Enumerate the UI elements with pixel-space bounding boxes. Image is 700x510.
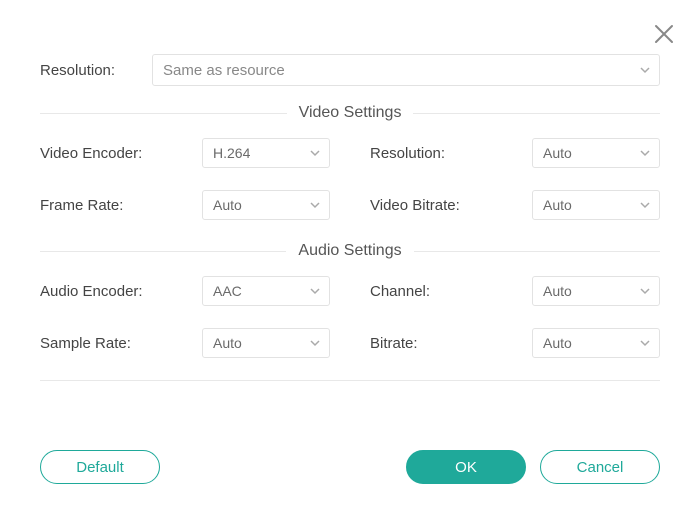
top-resolution-row: Resolution: Same as resource [40,54,660,86]
audio-encoder-label: Audio Encoder: [40,283,202,300]
channel-label: Channel: [370,283,532,300]
video-encoder-field: Video Encoder: H.264 [40,138,330,168]
chevron-down-icon [639,199,651,211]
chevron-down-icon [639,64,651,76]
close-button[interactable] [652,22,676,46]
close-icon [652,33,676,50]
video-settings-grid: Video Encoder: H.264 Resolution: Auto Fr… [40,138,660,220]
audio-encoder-value: AAC [213,283,242,299]
default-button[interactable]: Default [40,450,160,484]
divider [40,113,287,114]
frame-rate-dropdown[interactable]: Auto [202,190,330,220]
settings-dialog: Resolution: Same as resource Video Setti… [0,0,700,510]
audio-bitrate-dropdown[interactable]: Auto [532,328,660,358]
footer: Default OK Cancel [40,450,660,484]
frame-rate-label: Frame Rate: [40,197,202,214]
chevron-down-icon [309,199,321,211]
sample-rate-field: Sample Rate: Auto [40,328,330,358]
audio-encoder-dropdown[interactable]: AAC [202,276,330,306]
sample-rate-value: Auto [213,335,242,351]
chevron-down-icon [639,337,651,349]
divider [413,113,660,114]
sample-rate-label: Sample Rate: [40,335,202,352]
video-resolution-value: Auto [543,145,572,161]
chevron-down-icon [309,285,321,297]
video-resolution-field: Resolution: Auto [370,138,660,168]
audio-bitrate-field: Bitrate: Auto [370,328,660,358]
video-encoder-value: H.264 [213,145,250,161]
video-encoder-label: Video Encoder: [40,145,202,162]
frame-rate-value: Auto [213,197,242,213]
ok-button[interactable]: OK [406,450,526,484]
video-encoder-dropdown[interactable]: H.264 [202,138,330,168]
divider [414,251,660,252]
chevron-down-icon [639,285,651,297]
audio-section-title: Audio Settings [286,242,413,260]
audio-settings-grid: Audio Encoder: AAC Channel: Auto Sample … [40,276,660,358]
chevron-down-icon [309,337,321,349]
channel-field: Channel: Auto [370,276,660,306]
frame-rate-field: Frame Rate: Auto [40,190,330,220]
divider [40,251,286,252]
top-resolution-dropdown[interactable]: Same as resource [152,54,660,86]
channel-dropdown[interactable]: Auto [532,276,660,306]
divider [40,380,660,381]
chevron-down-icon [639,147,651,159]
sample-rate-dropdown[interactable]: Auto [202,328,330,358]
chevron-down-icon [309,147,321,159]
audio-bitrate-value: Auto [543,335,572,351]
video-section-header: Video Settings [40,104,660,122]
audio-section-header: Audio Settings [40,242,660,260]
top-resolution-label: Resolution: [40,62,140,79]
video-bitrate-field: Video Bitrate: Auto [370,190,660,220]
cancel-button[interactable]: Cancel [540,450,660,484]
video-bitrate-label: Video Bitrate: [370,197,532,214]
video-resolution-dropdown[interactable]: Auto [532,138,660,168]
top-resolution-value: Same as resource [163,62,285,79]
audio-encoder-field: Audio Encoder: AAC [40,276,330,306]
video-resolution-label: Resolution: [370,145,532,162]
audio-bitrate-label: Bitrate: [370,335,532,352]
video-bitrate-dropdown[interactable]: Auto [532,190,660,220]
channel-value: Auto [543,283,572,299]
video-bitrate-value: Auto [543,197,572,213]
video-section-title: Video Settings [287,104,414,122]
